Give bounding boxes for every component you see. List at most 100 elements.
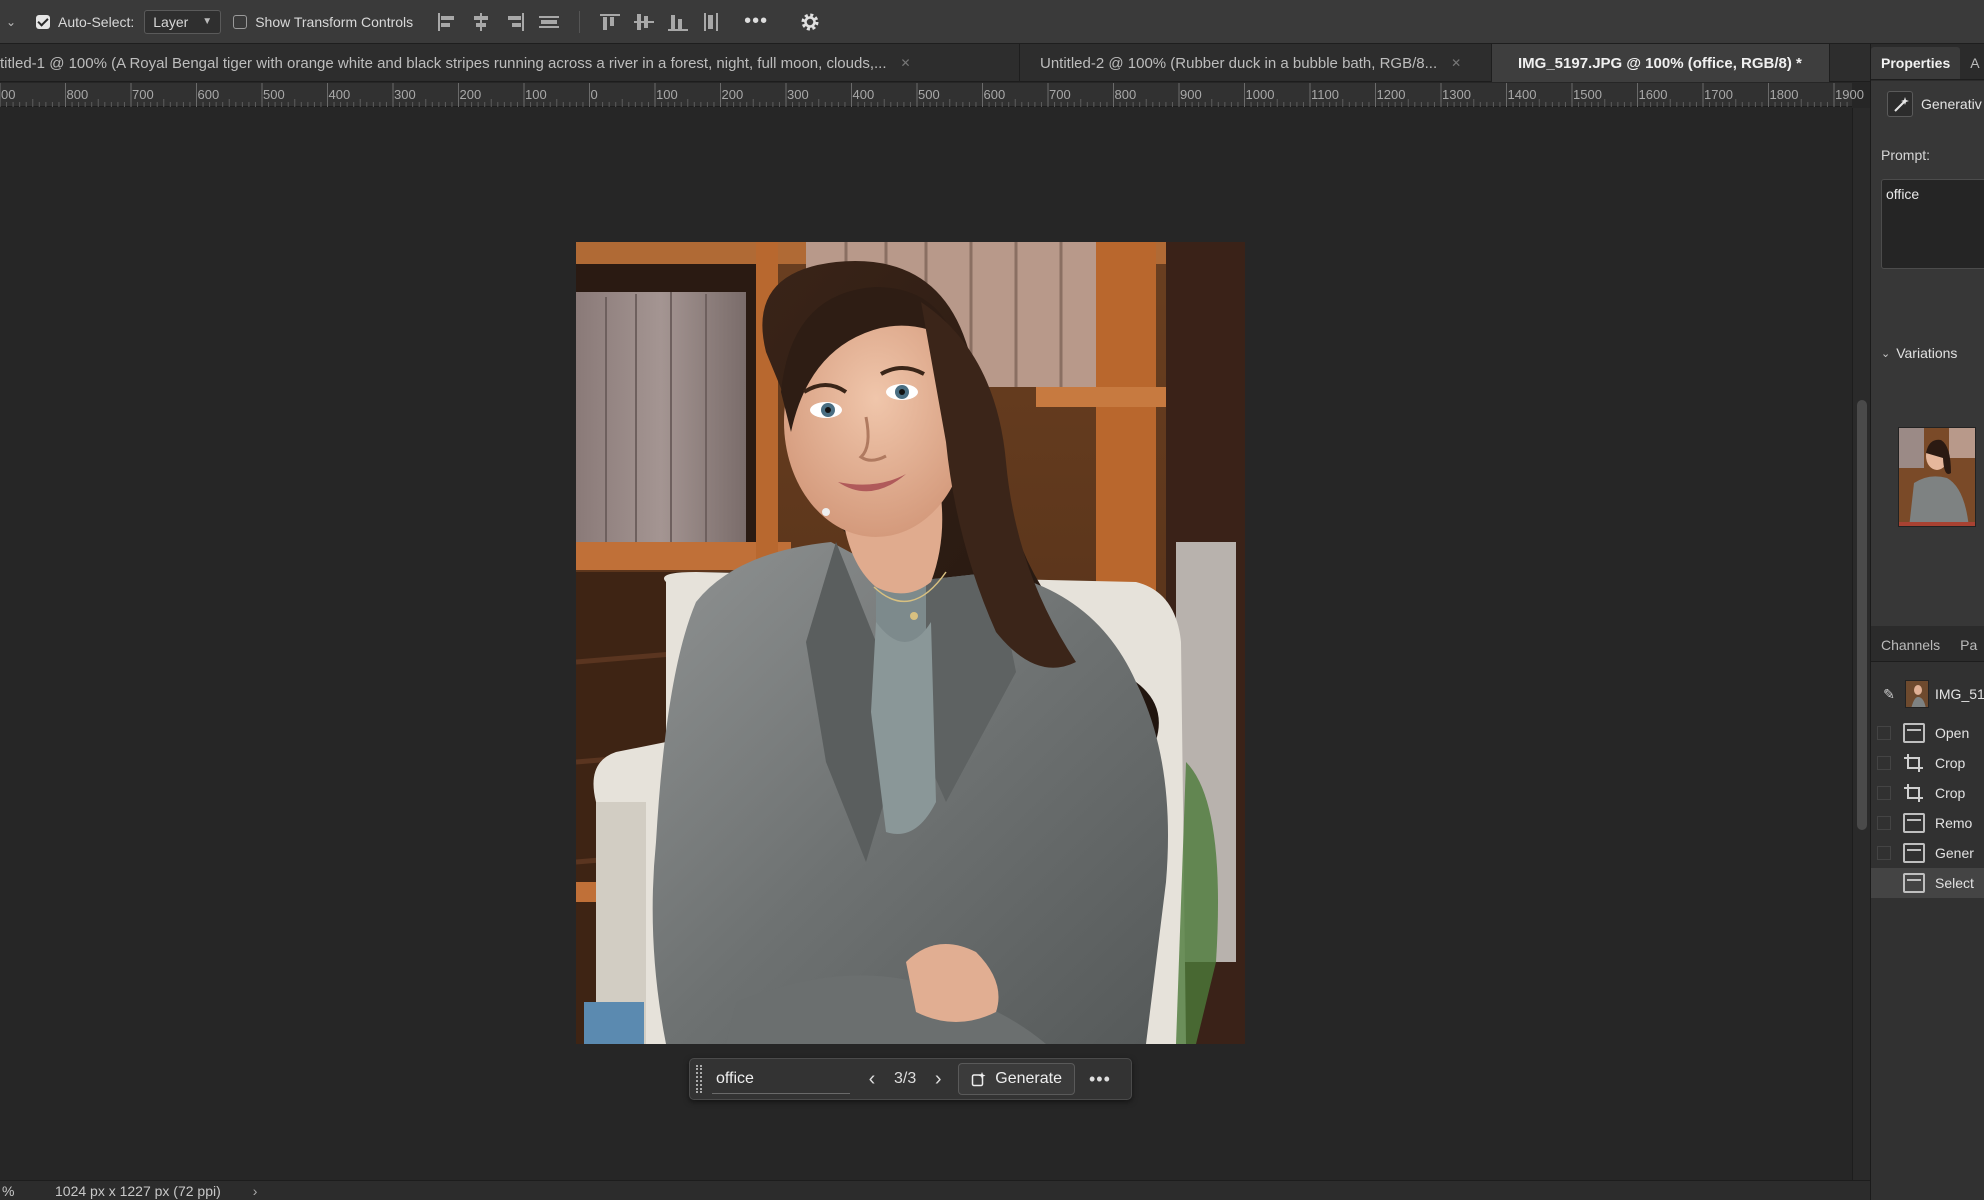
next-variation-button[interactable]: › [924,1068,952,1091]
tab-label: IMG_5197.JPG @ 100% (office, RGB/8) * [1518,54,1802,72]
history-item-label: Gener [1935,845,1974,861]
distribute-horizontally-icon[interactable] [700,11,724,33]
horizontal-ruler: 00 800 700 600 500 400 300 200 100 0 100 200 300 400 5… [0,83,1864,107]
chevron-down-icon: ⌄ [1881,347,1891,360]
tab-img-5197[interactable]: IMG_5197.JPG @ 100% (office, RGB/8) * [1492,44,1830,82]
generate-label: Generate [995,1070,1062,1087]
contextual-task-bar: office ‹ 3/3 › Generate ••• [689,1058,1132,1100]
history-source-checkbox[interactable] [1877,846,1891,860]
history-source-checkbox[interactable] [1877,726,1891,740]
ruler-label: 700 [1049,87,1071,102]
history-source-checkbox[interactable] [1877,786,1891,800]
ruler-label: 200 [721,87,744,102]
crop-icon [1903,783,1925,803]
ruler-label: 00 [1,87,16,102]
history-item-label: Open [1935,725,1970,741]
ruler-label: 1100 [1311,87,1339,102]
history-item[interactable]: Crop [1871,778,1984,808]
show-transform-toggle[interactable]: Show Transform Controls [233,14,413,30]
drag-handle[interactable] [696,1065,702,1093]
generative-layer-row: Generativ [1887,91,1982,117]
vertical-scrollbar[interactable] [1852,108,1870,1180]
ruler-label: 1600 [1638,87,1668,102]
history-item[interactable]: Gener [1871,838,1984,868]
history-item[interactable]: Open [1871,718,1984,748]
vertical-scroll-thumb[interactable] [1857,400,1867,830]
tab-untitled-1[interactable]: titled-1 @ 100% (A Royal Bengal tiger wi… [0,44,1020,82]
variation-thumbnail[interactable] [1898,427,1976,527]
generative-layer-icon [1887,91,1913,117]
show-transform-label: Show Transform Controls [255,13,414,30]
history-item-label: Crop [1935,755,1966,771]
close-icon[interactable]: ✕ [901,56,911,70]
ruler-label: 300 [394,87,416,102]
prompt-textarea[interactable]: office [1881,179,1984,269]
ruler-label: 300 [787,87,809,102]
close-icon[interactable]: ✕ [1451,56,1461,70]
prompt-label: Prompt: [1881,147,1931,163]
chevron-down-icon: ▼ [202,16,213,27]
variations-header[interactable]: ⌄ Variations [1881,345,1957,361]
history-source-checkbox[interactable] [1877,756,1891,770]
ruler-label: 500 [918,87,940,102]
history-brush-icon[interactable]: ✎ [1877,686,1901,703]
right-panel: Properties A Generativ Prompt: office ⌄ … [1870,44,1984,1200]
ruler-label: 1000 [1245,87,1275,102]
history-item[interactable]: Remo [1871,808,1984,838]
more-options-button[interactable]: ••• [744,10,768,33]
show-transform-checkbox[interactable] [233,14,248,29]
align-left-edges-icon[interactable] [435,11,459,33]
generative-layer-label: Generativ [1921,96,1982,112]
snapshot-label: IMG_51 [1935,686,1984,702]
zoom-level[interactable]: % [0,1183,40,1199]
align-right-edges-icon[interactable] [503,11,527,33]
canvas-area[interactable]: office ‹ 3/3 › Generate ••• [0,108,1852,1180]
auto-select-label: Auto-Select: [58,13,135,30]
align-top-edges-icon[interactable] [598,11,622,33]
ruler-label: 200 [459,87,482,102]
ruler-label: 1400 [1507,87,1537,102]
auto-select-checkbox[interactable] [36,14,50,29]
tab-paths[interactable]: Pa [1950,629,1984,661]
ruler-label: 400 [852,87,875,102]
history-source-checkbox[interactable] [1877,816,1891,830]
tab-channels[interactable]: Channels [1871,629,1950,661]
history-snapshot[interactable]: ✎ IMG_51 [1871,676,1984,712]
tab-untitled-2[interactable]: Untitled-2 @ 100% (Rubber duck in a bubb… [1020,44,1492,82]
history-item-label: Select [1935,875,1974,891]
tab-adjustments[interactable]: A [1960,47,1984,79]
history-item-label: Remo [1935,815,1973,831]
status-menu-arrow-icon[interactable]: › [253,1183,258,1199]
ruler-label: 500 [263,87,285,102]
gear-icon[interactable] [798,10,822,34]
align-bottom-edges-icon[interactable] [666,11,690,33]
previous-variation-button[interactable]: ‹ [858,1068,886,1091]
generate-button[interactable]: Generate [958,1063,1075,1095]
align-buttons [435,10,724,33]
options-bar: ⌄ Auto-Select: Layer ▼ Show Transform Co… [0,0,1984,44]
tool-preset-chevron-icon[interactable]: ⌄ [0,15,22,29]
generate-prompt-input[interactable]: office [712,1064,850,1094]
ruler-label: 1500 [1573,87,1602,102]
separator [579,10,581,33]
distribute-vertically-icon[interactable] [537,11,561,33]
history-item-selected[interactable]: Select [1871,868,1984,898]
history-item-label: Crop [1935,785,1966,801]
variation-counter: 3/3 [894,1070,917,1087]
variations-label: Variations [1896,345,1958,361]
auto-select-toggle[interactable]: Auto-Select: [36,14,134,30]
history-source-checkbox[interactable] [1877,876,1891,890]
auto-select-target-dropdown[interactable]: Layer ▼ [144,9,222,34]
ruler-label: 700 [132,87,154,102]
ruler-label: 100 [656,87,678,102]
align-vertical-centers-icon[interactable] [632,11,656,33]
layer-select-value: Layer [153,13,189,30]
document-dimensions: 1024 px x 1227 px (72 ppi) [55,1182,221,1199]
portrait-photo [576,242,1245,1044]
history-item[interactable]: Crop [1871,748,1984,778]
document-image[interactable] [576,242,1245,1044]
ruler-label: 400 [328,87,351,102]
tab-properties[interactable]: Properties [1871,47,1961,79]
taskbar-more-button[interactable]: ••• [1089,1069,1111,1090]
align-horizontal-centers-icon[interactable] [469,11,493,33]
